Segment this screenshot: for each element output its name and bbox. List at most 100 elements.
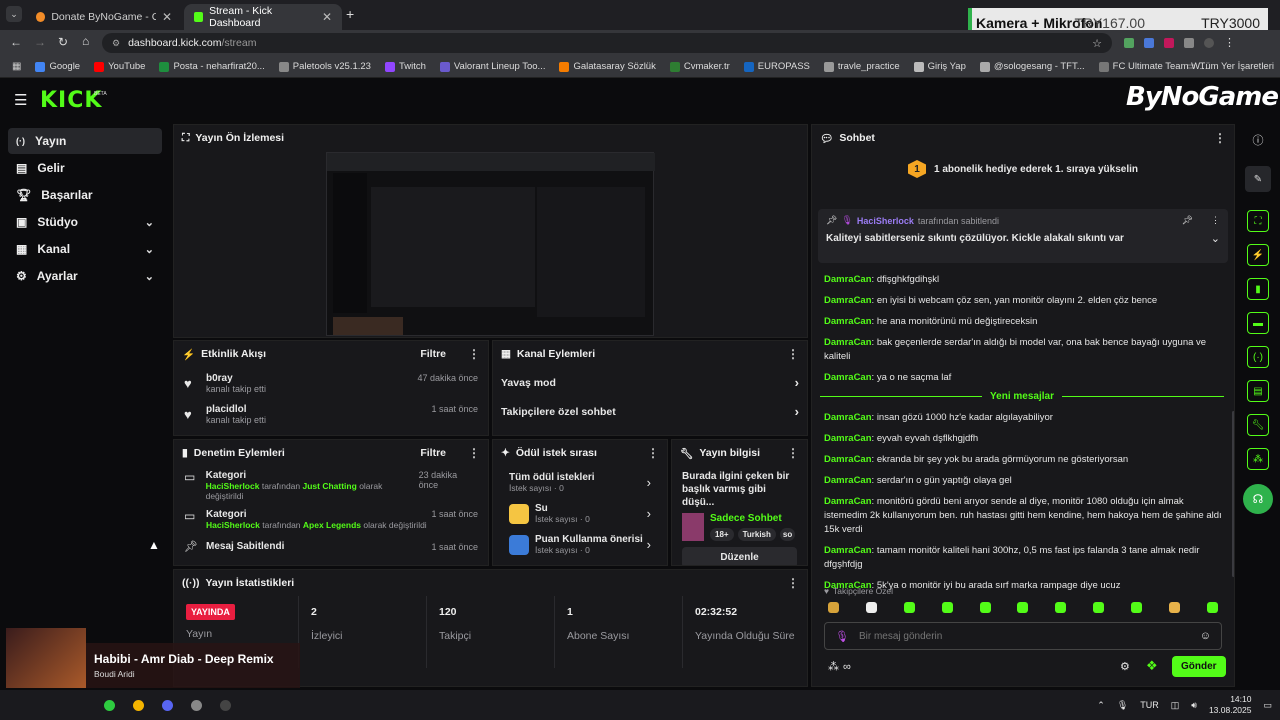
emote[interactable] — [1017, 602, 1029, 613]
more-options-icon[interactable]: ⋮ — [787, 347, 799, 361]
chat-username[interactable]: DamraCan — [824, 454, 872, 465]
reward-item[interactable]: Puan Kullanma önerisi İstek sayısı · 0 › — [493, 528, 667, 559]
emote[interactable] — [979, 602, 991, 613]
network-icon[interactable]: ◫ — [1171, 700, 1180, 711]
followers-only-action[interactable]: Takipçilere özel sohbet › — [493, 398, 807, 425]
chat-message-field[interactable] — [858, 630, 1190, 642]
back-icon[interactable]: ← — [10, 35, 22, 49]
more-options-icon[interactable]: ⋮ — [468, 347, 480, 361]
document-icon[interactable]: ▮ — [1247, 278, 1269, 300]
bookmark-link[interactable]: Galatasaray Sözlük — [559, 61, 656, 72]
bookmark-link[interactable]: Posta - neharfirat20... — [159, 61, 265, 72]
bookmark-link[interactable]: Giriş Yap — [913, 61, 966, 72]
slow-mode-action[interactable]: Yavaş mod › — [493, 367, 807, 398]
gift-icon[interactable]: ❖ — [1146, 658, 1158, 674]
edit-icon[interactable]: ✎ — [1245, 166, 1271, 192]
chat-username[interactable]: DamraCan — [824, 337, 872, 348]
filter-button[interactable]: Filtre — [420, 348, 446, 360]
bookmark-link[interactable]: travle_practice — [823, 61, 900, 72]
tab-list-icon[interactable]: ⌄ — [6, 6, 22, 22]
more-options-icon[interactable]: ⋮ — [1214, 131, 1226, 145]
emote[interactable] — [865, 602, 877, 613]
lightning-icon[interactable]: ⚡ — [1247, 244, 1269, 266]
send-button[interactable]: Gönder — [1172, 656, 1226, 677]
clock[interactable]: 14:10 13.08.2025 — [1209, 694, 1252, 716]
chat-scrollbar[interactable] — [1232, 411, 1234, 577]
more-options-icon[interactable]: ⋮ — [1211, 215, 1220, 226]
category-name[interactable]: Sadece Sohbet — [710, 513, 795, 524]
tab-kick-dashboard[interactable]: Stream - Kick Dashboard ✕ — [184, 4, 342, 30]
chat-message[interactable]: DamraCan: bak geçenlerde serdar'ın aldığ… — [824, 336, 1222, 364]
chat-message[interactable]: DamraCan: serdar'ın o gün yaptığı olaya … — [824, 474, 1222, 488]
close-tab-icon[interactable]: ✕ — [162, 10, 172, 24]
bookmark-link[interactable]: Cvmaker.tr — [669, 61, 730, 72]
chat-message[interactable]: DamraCan: en iyisi bi webcam çöz sen, ya… — [824, 294, 1222, 308]
all-bookmarks-link[interactable]: ▭ Tüm Yer İşaretleri — [1187, 61, 1274, 72]
chat-username[interactable]: DamraCan — [824, 545, 872, 556]
sidebar-item-yayin[interactable]: (·) Yayın — [8, 128, 162, 154]
volume-icon[interactable]: 🔊︎ — [1191, 700, 1197, 711]
chat-message[interactable]: DamraCan: eyvah eyvah dşflkhgjdfh — [824, 432, 1222, 446]
bookmark-star-icon[interactable]: ☆ — [1092, 37, 1102, 50]
tag[interactable]: so — [779, 528, 796, 541]
chat-input[interactable]: 🎙︎ ☺ — [824, 622, 1222, 650]
sidebar-item-gelir[interactable]: ▤ Gelir — [8, 155, 162, 181]
extensions-puzzle-icon[interactable] — [1184, 37, 1194, 48]
chat-username[interactable]: DamraCan — [824, 372, 872, 383]
sub-gift-banner[interactable]: 1 1 abonelik hediye ederek 1. sıraya yük… — [812, 151, 1234, 187]
chevron-down-icon[interactable]: ⌄ — [1211, 232, 1220, 245]
more-options-icon[interactable]: ⋮ — [787, 446, 799, 460]
chat-message[interactable]: DamraCan: tamam monitör kaliteli hani 30… — [824, 544, 1222, 572]
app-icon[interactable] — [220, 699, 231, 711]
sidebar-item-kanal[interactable]: ▦ Kanal ⌄ — [8, 236, 162, 262]
emoji-icon[interactable]: ☺ — [1200, 630, 1211, 642]
chat-message[interactable]: DamraCan: insan gözü 1000 hz'e kadar alg… — [824, 411, 1222, 425]
reload-icon[interactable]: ↻ — [58, 35, 68, 49]
bookmark-link[interactable]: Paletools v25.1.23 — [278, 61, 371, 72]
chat-username[interactable]: DamraCan — [824, 295, 872, 306]
browser-menu-icon[interactable]: ⋮ — [1224, 36, 1235, 49]
filter-button[interactable]: Filtre — [420, 447, 446, 459]
home-icon[interactable]: ⌂ — [82, 34, 89, 48]
close-tab-icon[interactable]: ✕ — [322, 10, 332, 24]
url-field[interactable]: ⚙ dashboard.kick.com /stream ☆ — [102, 33, 1112, 53]
chevron-up-icon[interactable]: ⌃ — [1097, 700, 1105, 711]
obs-icon[interactable] — [191, 699, 202, 711]
info-icon[interactable]: ⓘ — [1236, 132, 1280, 148]
emote[interactable] — [1131, 602, 1143, 613]
emote[interactable] — [1169, 602, 1181, 613]
chat-username[interactable]: DamraCan — [824, 274, 872, 285]
emote[interactable] — [1055, 602, 1067, 613]
moderation-icon[interactable]: ▤ — [1247, 380, 1269, 402]
chat-message[interactable]: DamraCan: ya o ne saçma laf — [824, 371, 1222, 385]
notification-icon[interactable]: ▭ — [1263, 700, 1272, 711]
chat-username[interactable]: DamraCan — [824, 475, 872, 486]
sidebar-item-ayarlar[interactable]: ⚙ Ayarlar ⌄ — [8, 263, 162, 289]
unpin-icon[interactable]: 📌︎ — [1182, 215, 1193, 226]
chat-message[interactable]: DamraCan: monitörü gördü beni arıyor sen… — [824, 495, 1222, 537]
chat-username[interactable]: DamraCan — [824, 433, 872, 444]
bookmark-link[interactable]: Valorant Lineup Too... — [439, 61, 545, 72]
preview-tool-icon[interactable]: ⛶ — [1247, 210, 1269, 232]
apps-grid-icon[interactable]: ▦ — [12, 61, 21, 72]
pinned-message[interactable]: 📌︎ 🎙︎ HaciSherlock tarafından sabitlendi 📌︎ ⋮… — [818, 209, 1228, 263]
sidebar-item-basarilar[interactable]: 🏆︎ Başarılar — [8, 182, 162, 208]
hamburger-menu-icon[interactable]: ☰ — [14, 91, 27, 109]
extension-icon[interactable] — [1124, 37, 1134, 48]
emote[interactable] — [1206, 602, 1218, 613]
tag[interactable]: Turkish — [737, 528, 776, 541]
edit-button[interactable]: Düzenle — [682, 547, 797, 565]
chat-message[interactable]: DamraCan: ekranda bir şey yok bu arada g… — [824, 453, 1222, 467]
points-icon[interactable]: ⁂ — [828, 660, 839, 673]
chrome-icon[interactable] — [133, 699, 144, 711]
support-headset-icon[interactable]: ☊ — [1243, 484, 1273, 514]
bookmark-link[interactable]: @sologesang - TFT... — [979, 61, 1085, 72]
stream-preview-video[interactable] — [326, 152, 655, 336]
more-options-icon[interactable]: ⋮ — [647, 446, 659, 460]
gear-icon[interactable]: ⚙ — [1120, 660, 1130, 673]
emote[interactable] — [1093, 602, 1105, 613]
chat-username[interactable]: DamraCan — [824, 496, 872, 507]
bookmark-link[interactable]: YouTube — [94, 61, 145, 72]
chat-message[interactable]: DamraCan: he ana monitörünü mü değiştire… — [824, 315, 1222, 329]
reward-item[interactable]: Tüm ödül istekleri İstek sayısı · 0 › — [493, 466, 667, 497]
